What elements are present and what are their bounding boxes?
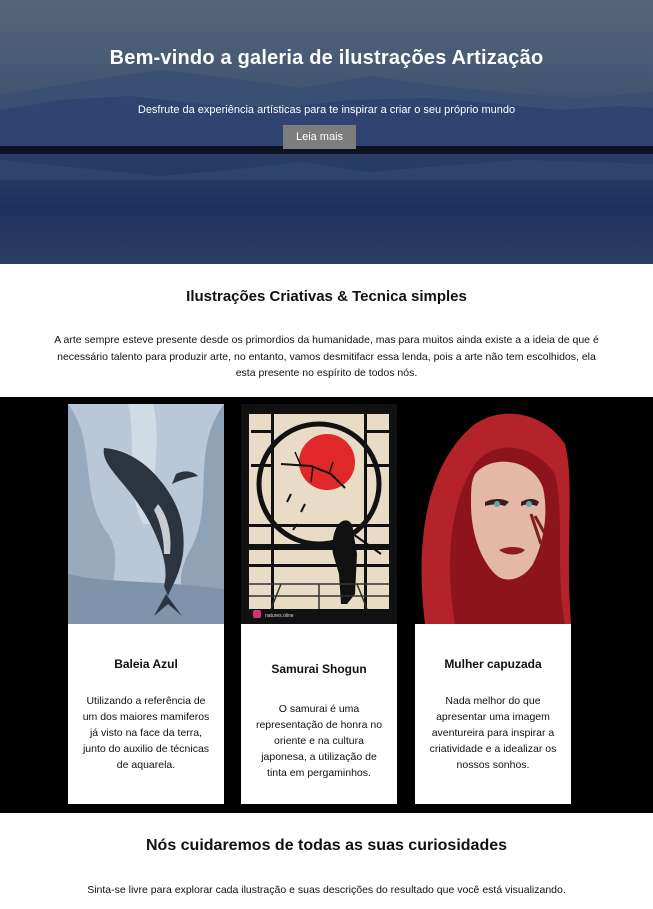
card-title: Baleia Azul <box>114 657 178 671</box>
intro-title: Ilustrações Criativas & Tecnica simples <box>186 288 467 305</box>
intro-section: Ilustrações Criativas & Tecnica simples … <box>0 264 653 397</box>
curiosities-section: Nós cuidaremos de todas as suas curiosid… <box>0 813 653 909</box>
card-baleia-azul[interactable]: Baleia Azul Utilizando a referência de u… <box>68 404 224 804</box>
instagram-icon <box>253 610 261 618</box>
card-description: Utilizando a referência de um dos maiore… <box>82 695 210 771</box>
card-description: Nada melhor do que apresentar uma imagem… <box>429 695 557 771</box>
read-more-button[interactable]: Leia mais <box>283 125 356 149</box>
hero-title: Bem-vindo a galeria de ilustrações Artiz… <box>109 47 544 69</box>
hooded-woman-image[interactable] <box>415 404 571 624</box>
card-mulher-capuzada[interactable]: Mulher capuzada Nada melhor do que apres… <box>415 404 571 804</box>
whale-image[interactable] <box>68 404 224 624</box>
curiosities-text: Sinta-se livre para explorar cada ilustr… <box>87 884 566 896</box>
curiosities-title: Nós cuidaremos de todas as suas curiosid… <box>145 837 508 854</box>
card-title: Samurai Shogun <box>271 662 367 676</box>
card-title: Mulher capuzada <box>444 657 542 671</box>
red-sun <box>299 434 355 490</box>
hero-subtitle: Desfrute da experiência artísticas para … <box>137 104 516 116</box>
intro-text: A arte sempre esteve presente desde os p… <box>54 334 599 379</box>
image-watermark: natures.oline <box>265 613 294 619</box>
card-description: O samurai é uma representação de honra n… <box>255 703 383 779</box>
gallery-section: Baleia Azul Utilizando a referência de u… <box>0 397 653 813</box>
hero-banner: Bem-vindo a galeria de ilustrações Artiz… <box>0 0 653 264</box>
card-samurai-shogun[interactable]: natures.oline Samurai Shogun O samurai é… <box>241 404 397 804</box>
samurai-image[interactable]: natures.oline <box>241 404 397 624</box>
